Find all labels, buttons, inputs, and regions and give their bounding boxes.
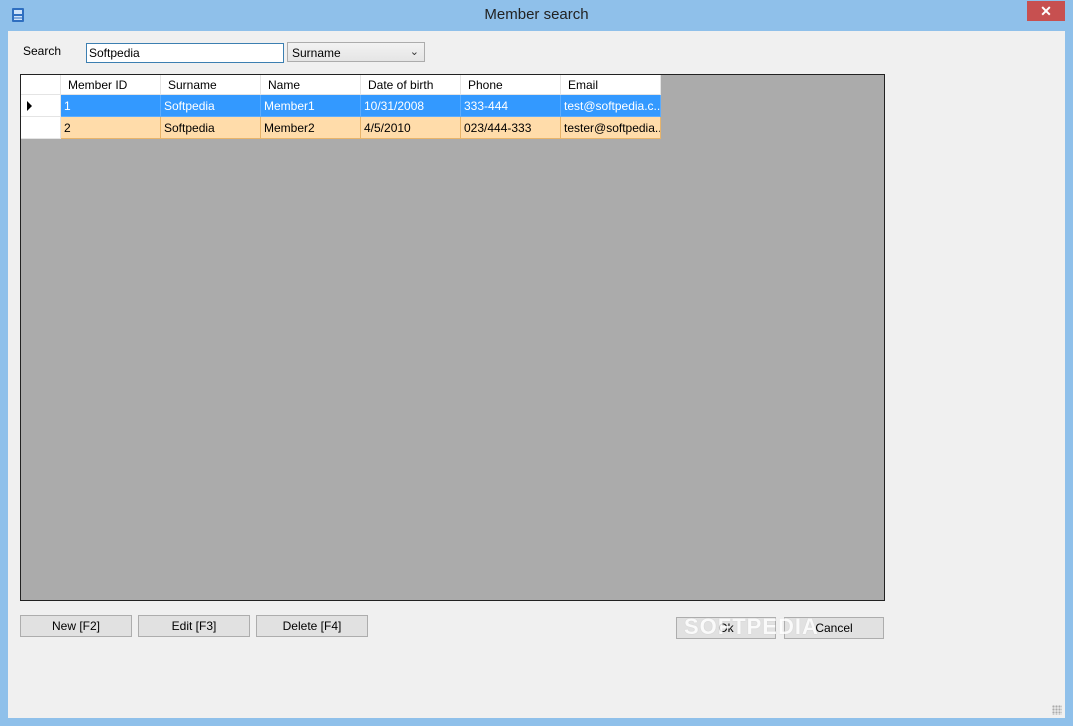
grid-header: Member ID Surname Name Date of birth Pho… xyxy=(21,75,661,95)
grid-corner-cell[interactable] xyxy=(21,75,61,95)
window-title: Member search xyxy=(484,6,589,23)
title-bar[interactable]: Member search ✕ xyxy=(0,0,1073,31)
member-search-window: Member search ✕ Search Surname ⌄ Member … xyxy=(0,0,1073,726)
table-row[interactable]: 2 Softpedia Member2 4/5/2010 023/444-333… xyxy=(21,117,661,139)
cell-name[interactable]: Member2 xyxy=(261,117,361,139)
watermark-logo: SOFTPEDIA xyxy=(684,614,819,639)
cell-surname[interactable]: Softpedia xyxy=(161,117,261,139)
table-row[interactable]: 1 Softpedia Member1 10/31/2008 333-444 t… xyxy=(21,95,661,117)
cell-surname[interactable]: Softpedia xyxy=(161,95,261,117)
cell-email[interactable]: test@softpedia.c... xyxy=(561,95,661,117)
cell-name[interactable]: Member1 xyxy=(261,95,361,117)
edit-button[interactable]: Edit [F3] xyxy=(138,615,250,637)
delete-button[interactable]: Delete [F4] xyxy=(256,615,368,637)
cell-phone[interactable]: 333-444 xyxy=(461,95,561,117)
resize-grip-icon[interactable] xyxy=(1052,705,1062,715)
current-row-arrow-icon xyxy=(27,101,32,111)
column-header-phone[interactable]: Phone xyxy=(461,75,561,95)
cell-member-id[interactable]: 1 xyxy=(61,95,161,117)
cell-phone[interactable]: 023/444-333 xyxy=(461,117,561,139)
close-icon: ✕ xyxy=(1040,3,1052,19)
client-area: Search Surname ⌄ Member ID Surname Name … xyxy=(8,31,1065,718)
column-header-date-of-birth[interactable]: Date of birth xyxy=(361,75,461,95)
close-button[interactable]: ✕ xyxy=(1027,1,1065,21)
cell-date-of-birth[interactable]: 10/31/2008 xyxy=(361,95,461,117)
new-button[interactable]: New [F2] xyxy=(20,615,132,637)
cell-email[interactable]: tester@softpedia.... xyxy=(561,117,661,139)
column-header-email[interactable]: Email xyxy=(561,75,661,95)
row-header[interactable] xyxy=(21,117,61,139)
column-header-member-id[interactable]: Member ID xyxy=(61,75,161,95)
chevron-down-icon: ⌄ xyxy=(409,46,419,58)
column-header-surname[interactable]: Surname xyxy=(161,75,261,95)
search-input[interactable] xyxy=(86,43,284,63)
cell-date-of-birth[interactable]: 4/5/2010 xyxy=(361,117,461,139)
row-header[interactable] xyxy=(21,95,61,117)
search-label: Search xyxy=(23,44,62,58)
search-field-select[interactable]: Surname ⌄ xyxy=(287,42,425,62)
members-grid[interactable]: Member ID Surname Name Date of birth Pho… xyxy=(20,74,885,601)
search-field-value: Surname xyxy=(292,46,341,60)
column-header-name[interactable]: Name xyxy=(261,75,361,95)
cell-member-id[interactable]: 2 xyxy=(61,117,161,139)
